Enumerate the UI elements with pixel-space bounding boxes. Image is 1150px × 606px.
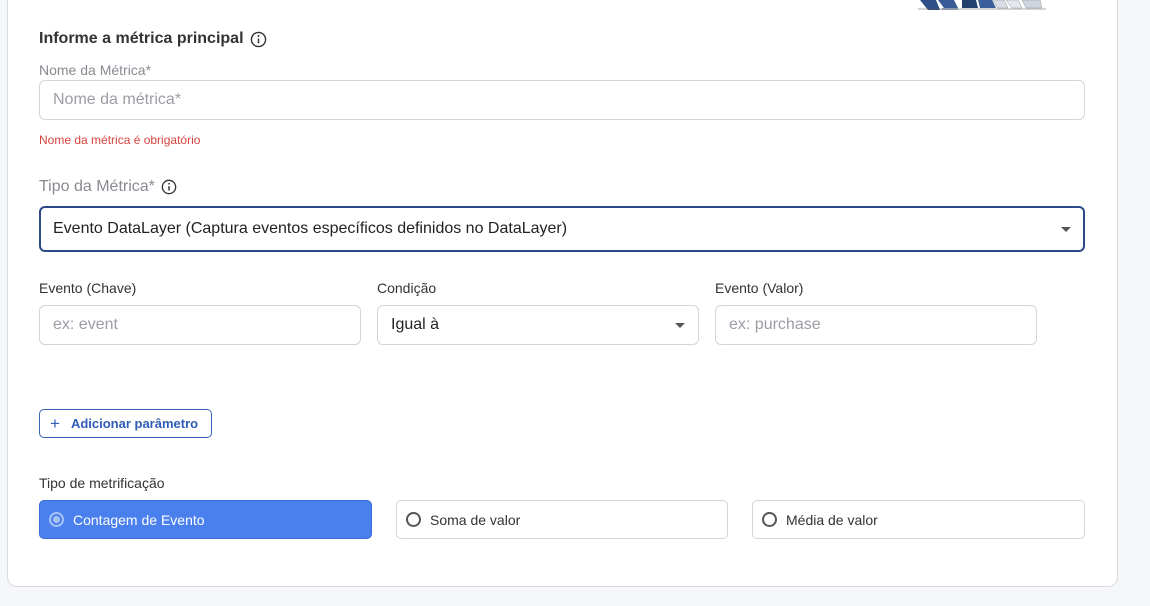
radio-label: Contagem de Evento [73,511,205,528]
chevron-down-icon [1061,227,1071,232]
info-circle-icon[interactable] [250,31,267,48]
plus-icon: + [50,414,60,433]
radio-unselected-icon [762,512,777,527]
info-circle-icon[interactable] [161,179,177,195]
event-key-input[interactable] [39,305,361,345]
section-title: Informe a métrica principal [39,30,267,48]
radio-selected-icon [49,512,64,527]
metrification-label: Tipo de metrificação [39,475,165,491]
add-parameter-label: Adicionar parâmetro [70,416,199,431]
event-value-label: Evento (Valor) [715,280,804,296]
condition-select[interactable]: Igual à [377,305,699,345]
radio-average-value[interactable]: Média de valor [752,500,1085,539]
add-parameter-button[interactable]: + Adicionar parâmetro [39,409,212,438]
radio-label: Média de valor [786,511,878,528]
metric-type-label: Tipo da Métrica* [39,178,177,196]
header-illustration [918,0,1046,10]
metric-type-label-text: Tipo da Métrica* [39,178,155,195]
radio-unselected-icon [406,512,421,527]
metric-name-input[interactable] [39,80,1085,120]
condition-label: Condição [377,280,437,296]
radio-count-event[interactable]: Contagem de Evento [39,500,372,539]
chevron-down-icon [675,323,685,328]
radio-sum-value[interactable]: Soma de valor [396,500,728,539]
metric-name-label: Nome da Métrica* [39,62,152,78]
event-key-label: Evento (Chave) [39,280,137,296]
metric-type-select[interactable]: Evento DataLayer (Captura eventos especí… [39,206,1085,252]
radio-label: Soma de valor [430,511,521,528]
metric-name-error: Nome da métrica é obrigatório [39,133,201,147]
section-title-text: Informe a métrica principal [39,30,244,47]
metric-type-selected-value: Evento DataLayer (Captura eventos especí… [53,220,568,237]
condition-selected-value: Igual à [391,316,440,333]
event-value-input[interactable] [715,305,1037,345]
